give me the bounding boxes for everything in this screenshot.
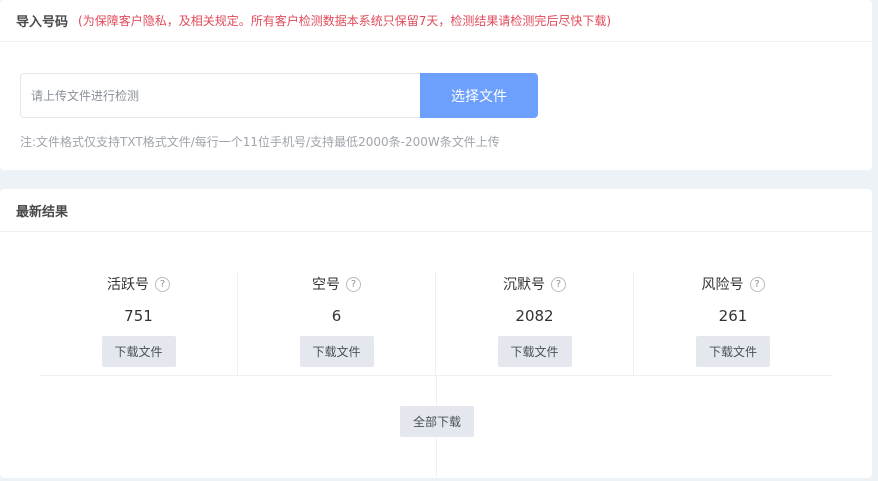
select-file-button[interactable]: 选择文件 (420, 73, 538, 118)
stat-label-row: 活跃号 ? (107, 275, 170, 293)
stats-row: 活跃号 ? 751 下载文件 空号 ? 6 下载文件 沉默号 ? 2082 下载… (40, 272, 832, 376)
download-risk-button[interactable]: 下载文件 (696, 336, 770, 367)
stat-risk: 风险号 ? 261 下载文件 (634, 272, 832, 376)
help-icon[interactable]: ? (155, 276, 170, 292)
stat-value: 261 (718, 307, 748, 325)
download-empty-button[interactable]: 下载文件 (299, 336, 374, 367)
help-icon[interactable]: ? (749, 276, 765, 292)
results-header: 最新结果 (0, 189, 872, 232)
download-all-button[interactable]: 全部下载 (400, 406, 474, 437)
results-title: 最新结果 (16, 204, 69, 220)
import-header: 导入号码 (为保障客户隐私，及相关规定。所有客户检测数据本系统只保留7天，检测结… (0, 0, 872, 42)
download-active-button[interactable]: 下载文件 (101, 336, 176, 367)
help-icon[interactable]: ? (551, 276, 566, 292)
file-path-input[interactable] (20, 73, 420, 118)
stat-label: 空号 (312, 277, 340, 293)
help-icon[interactable]: ? (346, 276, 361, 292)
stat-label: 风险号 (701, 277, 744, 293)
stat-label-row: 空号 ? (312, 275, 361, 293)
stat-label-row: 风险号 ? (702, 275, 765, 293)
import-title: 导入号码 (16, 15, 69, 30)
stat-silent: 沉默号 ? 2082 下载文件 (436, 272, 634, 376)
stat-label-row: 沉默号 ? (503, 275, 566, 293)
download-silent-button[interactable]: 下载文件 (497, 336, 572, 367)
privacy-notice: (为保障客户隐私，及相关规定。所有客户检测数据本系统只保留7天，检测结果请检测完… (78, 14, 612, 28)
upload-note: 注:文件格式仅支持TXT格式文件/每行一个11位手机号/支持最低2000条-20… (20, 135, 500, 149)
stat-value: 2082 (515, 307, 554, 325)
stat-value: 751 (124, 307, 153, 325)
import-card: 导入号码 (为保障客户隐私，及相关规定。所有客户检测数据本系统只保留7天，检测结… (0, 0, 872, 170)
stat-active: 活跃号 ? 751 下载文件 (40, 272, 238, 376)
results-card: 最新结果 活跃号 ? 751 下载文件 空号 ? 6 下载文件 沉默号 ? 20… (0, 189, 872, 478)
stat-empty: 空号 ? 6 下载文件 (238, 272, 436, 376)
stat-value: 6 (331, 307, 342, 325)
upload-row: 选择文件 (20, 73, 538, 118)
stat-label: 沉默号 (503, 277, 545, 293)
stat-label: 活跃号 (107, 277, 149, 293)
